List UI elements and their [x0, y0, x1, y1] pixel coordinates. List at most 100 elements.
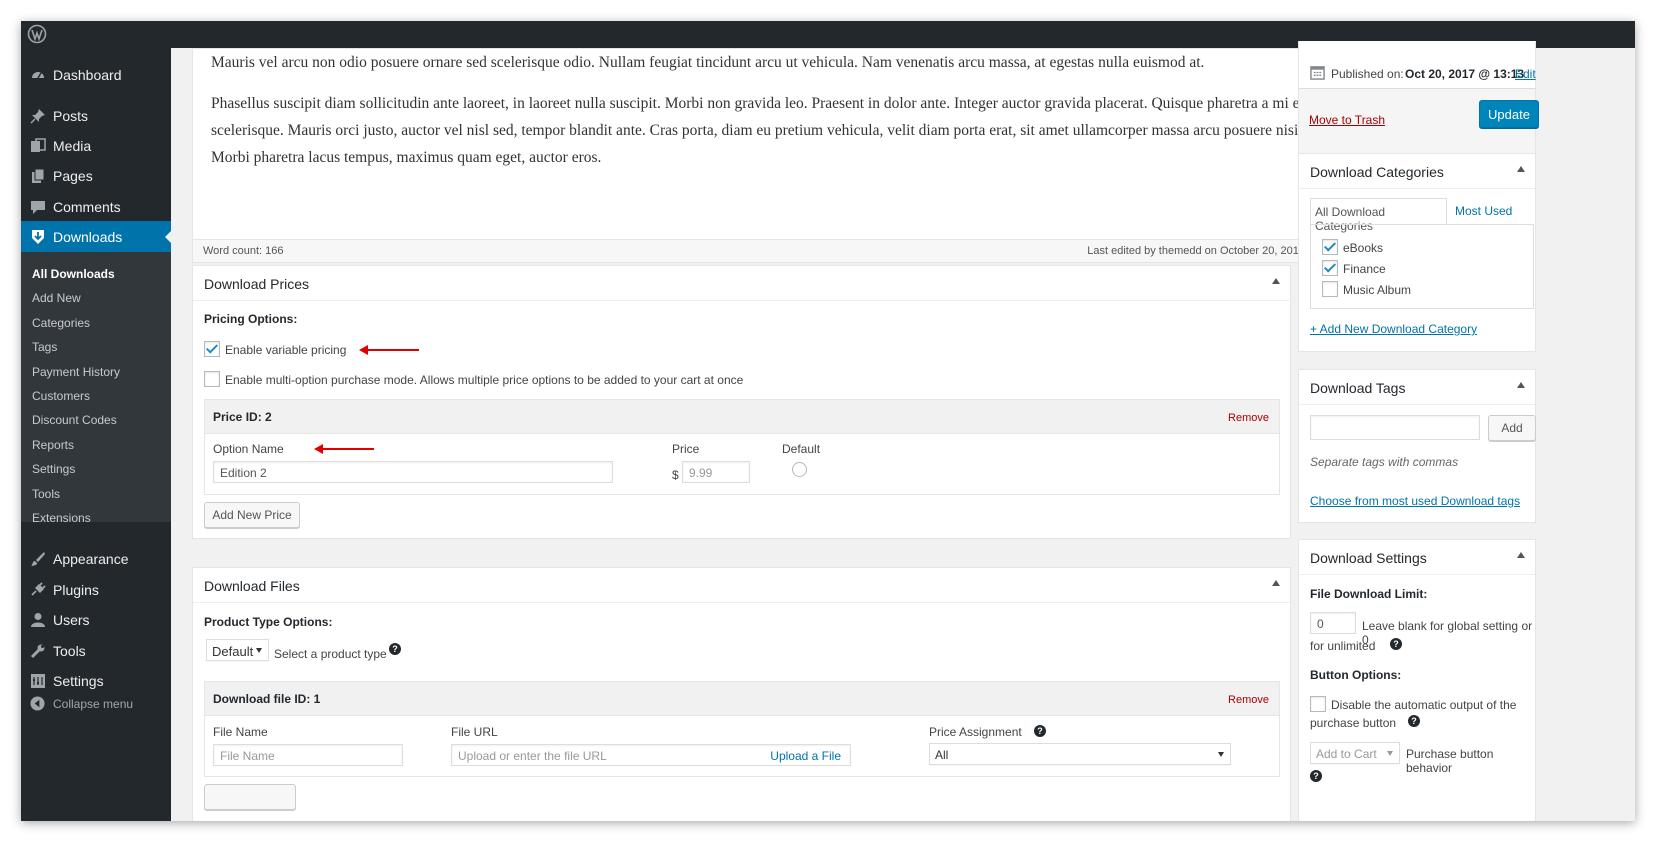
download-files-box: Download Files Product Type Options: Def…: [192, 567, 1291, 821]
submenu-customers[interactable]: Customers: [32, 389, 90, 403]
tab-all-categories[interactable]: All Download Categories: [1310, 198, 1447, 233]
purchase-button-select[interactable]: Add to Cart: [1310, 742, 1400, 764]
price-input[interactable]: 9.99: [682, 461, 750, 483]
option-name-input[interactable]: Edition 2: [213, 461, 613, 483]
download-prices-header[interactable]: Download Prices: [193, 266, 1290, 301]
price-id-label: Price ID: 2: [213, 410, 272, 424]
tab-most-used[interactable]: Most Used: [1455, 204, 1512, 218]
browser-frame: Dashboard Posts Media Pages Comments Dow…: [21, 21, 1635, 821]
help-icon[interactable]: ?: [1408, 715, 1420, 727]
download-settings-header[interactable]: Download Settings: [1299, 540, 1535, 575]
remove-file-link[interactable]: Remove: [1228, 694, 1269, 706]
button-options-label: Button Options:: [1310, 668, 1402, 682]
default-price-radio[interactable]: [792, 462, 807, 477]
downloads-submenu: All Downloads Add New Categories Tags Pa…: [21, 252, 171, 525]
add-new-category-link[interactable]: + Add New Download Category: [1310, 322, 1477, 336]
help-icon[interactable]: ?: [1310, 770, 1322, 782]
multi-option-checkbox[interactable]: [204, 371, 220, 387]
default-label: Default: [782, 442, 821, 456]
category-checkbox-music-album[interactable]: [1322, 281, 1338, 297]
sidebar-item-tools[interactable]: Tools: [21, 635, 171, 667]
submenu-payment-history[interactable]: Payment History: [32, 365, 120, 379]
sidebar-item-comments[interactable]: Comments: [21, 191, 171, 223]
download-categories-header[interactable]: Download Categories: [1299, 154, 1535, 189]
choose-tags-link[interactable]: Choose from most used Download tags: [1310, 494, 1520, 508]
submenu-discount-codes[interactable]: Discount Codes: [32, 413, 117, 427]
user-icon: [31, 613, 45, 627]
tags-input[interactable]: [1310, 415, 1480, 440]
download-file-row: Download file ID: 1 Remove File Name Fil…: [204, 681, 1280, 777]
download-files-header[interactable]: Download Files: [193, 568, 1290, 603]
add-tag-button[interactable]: Add: [1488, 415, 1536, 441]
submenu-extensions[interactable]: Extensions: [32, 511, 91, 525]
submenu-tags[interactable]: Tags: [32, 340, 57, 354]
sidebar-item-plugins[interactable]: Plugins: [21, 574, 171, 606]
submenu-all-downloads[interactable]: All Downloads: [32, 267, 115, 281]
add-new-file-button[interactable]: [204, 784, 296, 810]
wordpress-logo-icon[interactable]: [27, 24, 47, 44]
toggle-panel-icon[interactable]: [1517, 382, 1525, 388]
purchase-button-value: Add to Cart: [1316, 747, 1377, 761]
sidebar-item-pages[interactable]: Pages: [21, 160, 171, 192]
disable-output-checkbox[interactable]: [1310, 696, 1326, 712]
category-label: eBooks: [1343, 241, 1384, 255]
submenu-reports[interactable]: Reports: [32, 438, 74, 452]
update-button[interactable]: Update: [1479, 100, 1539, 128]
sidebar-item-settings[interactable]: Settings: [21, 665, 171, 697]
add-new-price-button[interactable]: Add New Price: [204, 502, 300, 528]
editor-content[interactable]: Mauris vel arcu non odio posuere ornare …: [211, 49, 1331, 185]
move-to-trash-link[interactable]: Move to Trash: [1309, 113, 1385, 127]
file-url-placeholder: Upload or enter the file URL: [458, 749, 607, 763]
category-checkbox-finance[interactable]: [1322, 260, 1338, 276]
toggle-panel-icon[interactable]: [1517, 166, 1525, 172]
download-settings-box: Download Settings File Download Limit: 0…: [1298, 539, 1536, 821]
toggle-panel-icon[interactable]: [1272, 278, 1280, 284]
sidebar-item-appearance[interactable]: Appearance: [21, 543, 171, 575]
product-type-select[interactable]: Default: [206, 639, 269, 661]
help-icon[interactable]: ?: [1390, 638, 1402, 650]
pages-icon: [32, 168, 45, 183]
submenu-tools[interactable]: Tools: [32, 487, 60, 501]
sidebar-item-posts[interactable]: Posts: [21, 100, 171, 132]
submenu-categories[interactable]: Categories: [32, 316, 90, 330]
price-assignment-select[interactable]: All: [929, 743, 1231, 765]
category-tabs: All Download Categories Most Used: [1310, 198, 1524, 233]
upload-file-link[interactable]: Upload a File: [770, 749, 841, 763]
variable-pricing-checkbox[interactable]: [204, 341, 220, 357]
variable-pricing-label: Enable variable pricing: [225, 343, 347, 357]
edit-date-link[interactable]: Edit: [1515, 67, 1536, 81]
post-editor[interactable]: Mauris vel arcu non odio posuere ornare …: [192, 48, 1371, 263]
wrench-icon: [30, 644, 45, 659]
file-name-input[interactable]: File Name: [213, 744, 403, 766]
help-icon[interactable]: ?: [1034, 725, 1046, 737]
help-icon[interactable]: ?: [389, 643, 401, 655]
published-on-label: Published on:: [1331, 67, 1404, 81]
tags-hint: Separate tags with commas: [1310, 455, 1459, 469]
remove-price-link[interactable]: Remove: [1228, 412, 1269, 424]
pushpin-icon: [30, 109, 45, 124]
sidebar-item-downloads[interactable]: Downloads: [21, 221, 172, 253]
option-name-label: Option Name: [213, 442, 284, 456]
pricing-options-label: Pricing Options:: [204, 312, 298, 326]
toggle-panel-icon[interactable]: [1272, 580, 1280, 586]
sidebar-item-dashboard[interactable]: Dashboard: [21, 59, 171, 91]
file-limit-hint: Leave blank for global setting or 0: [1362, 619, 1533, 647]
price-label: Price: [672, 442, 700, 456]
download-settings-title: Download Settings: [1310, 550, 1427, 566]
plugin-icon: [31, 582, 46, 596]
sidebar-item-users[interactable]: Users: [21, 604, 171, 636]
sidebar-item-media[interactable]: Media: [21, 130, 171, 162]
download-tags-header[interactable]: Download Tags: [1299, 370, 1535, 405]
category-checkbox-ebooks[interactable]: [1322, 239, 1338, 255]
file-download-limit-input[interactable]: 0: [1310, 612, 1356, 634]
editor-paragraph: Mauris vel arcu non odio posuere ornare …: [211, 54, 1205, 71]
disable-output-label: Disable the automatic output of the: [1331, 698, 1517, 712]
price-row-header: Price ID: 2 Remove: [205, 400, 1279, 434]
toggle-panel-icon[interactable]: [1517, 552, 1525, 558]
submenu-settings[interactable]: Settings: [32, 462, 75, 476]
chevron-down-icon: [1387, 751, 1393, 756]
published-date: Oct 20, 2017 @ 13:13: [1405, 67, 1525, 81]
product-type-hint: Select a product type: [274, 647, 387, 661]
submenu-add-new[interactable]: Add New: [32, 291, 81, 305]
file-url-input[interactable]: Upload or enter the file URL Upload a Fi…: [451, 744, 851, 766]
